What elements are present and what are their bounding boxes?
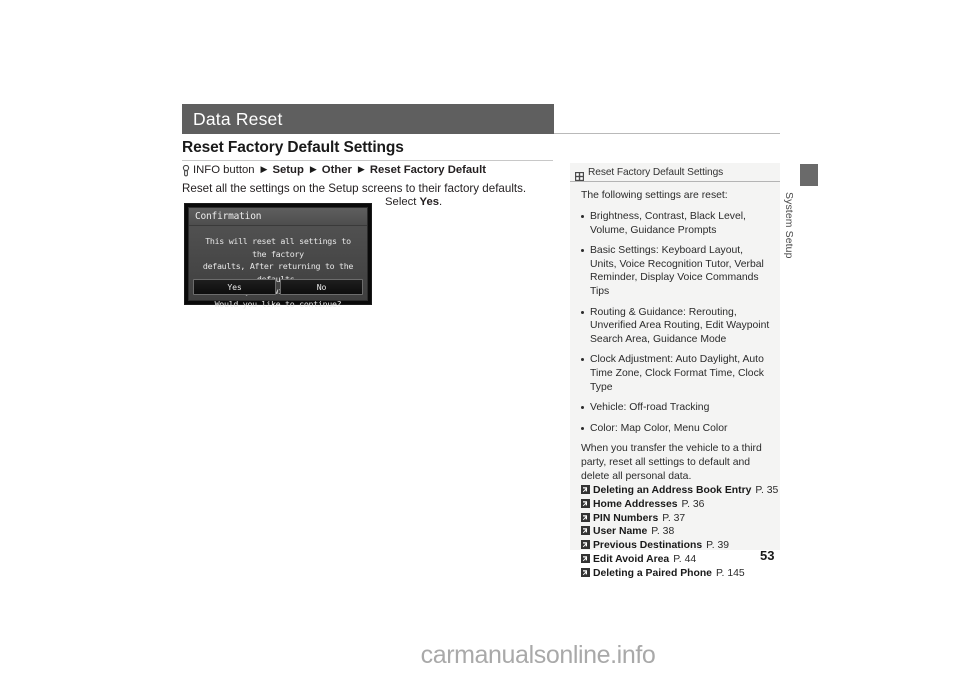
reference-label: Home Addresses [593,498,678,510]
list-item: Clock Adjustment: Auto Daylight, Auto Ti… [581,353,771,394]
reference-page: P. 39 [706,540,730,552]
navi-message-line-1: This will reset all settings to the fact… [205,236,351,259]
list-item[interactable]: Edit Avoid Area P. 44 [581,553,771,567]
navi-dialog-titlebar: Confirmation [189,208,367,226]
info-box-body: The following settings are reset: Bright… [570,182,780,581]
info-box-header: Reset Factory Default Settings [570,163,780,182]
reference-label: User Name [593,526,648,538]
breadcrumb-arrow-icon-1: ▶ [260,164,268,174]
info-box-intro: The following settings are reset: [581,190,728,201]
list-item[interactable]: Deleting an Address Book Entry P. 35 [581,484,778,498]
reference-page: P. 37 [662,512,686,524]
breadcrumb-arrow-icon-3: ▶ [357,164,365,174]
navi-message-line-4: Would you like to continue? [214,298,342,309]
info-box-note: When you transfer the vehicle to a third… [581,443,762,482]
breadcrumb-step-setup: Setup [272,164,304,176]
reference-arrow-icon [581,512,590,522]
breadcrumb-info-button-label: INFO button [193,164,255,176]
reference-page: P. 36 [681,498,705,510]
reference-arrow-icon [581,485,590,495]
navi-dialog-message: This will reset all settings to the fact… [189,226,367,310]
reference-label: Previous Destinations [593,540,703,552]
list-item[interactable]: Deleting a Paired Phone P. 145 [581,567,771,581]
section-tab-label: System Setup [783,192,795,259]
reference-label: Edit Avoid Area [593,554,670,566]
list-item: Routing & Guidance: Rerouting, Unverifie… [581,306,771,347]
reference-label: Deleting a Paired Phone [593,567,712,579]
breadcrumb-step-reset-factory-default: Reset Factory Default [369,164,486,176]
section-heading: Reset Factory Default Settings [182,139,404,156]
select-yes-caption: Select Yes. [385,196,442,208]
watermark: carmanualsonline.info [0,641,960,670]
section-tab-marker [800,164,818,186]
list-item[interactable]: PIN Numbers P. 37 [581,512,771,526]
info-box-bullet-list: Brightness, Contrast, Black Level, Volum… [581,210,771,435]
breadcrumb-step-other: Other [321,164,352,176]
body-description: Reset all the settings on the Setup scre… [182,182,527,195]
yes-button[interactable]: Yes [193,279,276,295]
breadcrumb: INFO button ▶ Setup ▶ Other ▶ Reset Fact… [182,163,486,178]
list-item: Basic Settings: Keyboard Layout, Units, … [581,244,771,298]
navi-dialog-title: Confirmation [195,211,262,222]
no-button[interactable]: No [280,279,363,295]
select-caption-action: Yes [419,196,440,208]
list-item: Color: Map Color, Menu Color [581,422,771,436]
footer-rule [182,566,780,567]
reference-label: Deleting an Address Book Entry [593,485,752,497]
select-caption-suffix: . [439,196,443,208]
section-rule-divider [182,160,553,161]
reference-arrow-icon [581,540,590,550]
info-sidebar-box: Reset Factory Default Settings The follo… [570,163,780,579]
chapter-rule-divider [554,133,780,134]
reference-label: PIN Numbers [593,512,659,524]
list-item: Brightness, Contrast, Black Level, Volum… [581,210,771,237]
note-icon [575,168,584,181]
reference-page: P. 44 [673,554,697,566]
manual-page: Data Reset Reset Factory Default Setting… [0,0,960,678]
reference-arrow-icon [581,554,590,564]
watermark-text: carmanualsonline.info [420,641,656,669]
breadcrumb-arrow-icon-2: ▶ [309,164,317,174]
chapter-title: Data Reset [193,108,283,129]
list-item[interactable]: Previous Destinations P. 39 [581,539,771,553]
page-number: 53 [760,548,775,563]
info-button-icon [182,164,190,178]
list-item[interactable]: User Name P. 38 [581,525,771,539]
navi-confirmation-screen: Confirmation This will reset all setting… [184,203,372,309]
reference-page: P. 38 [651,526,675,538]
info-box-title: Reset Factory Default Settings [588,167,724,178]
navi-screen-inner: Confirmation This will reset all setting… [188,207,368,309]
reference-arrow-icon [581,567,590,577]
chapter-title-bar: Data Reset [182,104,554,134]
list-item[interactable]: Home Addresses P. 36 [581,498,771,512]
reference-arrow-icon [581,498,590,508]
select-caption-prefix: Select [385,196,420,208]
navi-dialog-buttons: Yes No [193,279,363,295]
list-item: Vehicle: Off-road Tracking [581,401,771,415]
reference-page: P. 35 [755,485,779,497]
reference-arrow-icon [581,526,590,536]
reference-page: P. 145 [715,567,745,579]
